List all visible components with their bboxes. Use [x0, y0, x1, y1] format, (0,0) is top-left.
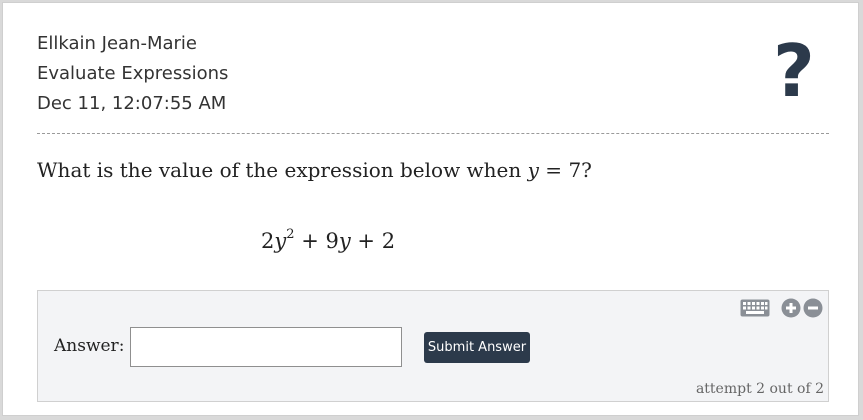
expr-coef1: 2 [261, 229, 275, 253]
keyboard-icon[interactable] [740, 299, 770, 317]
question-value: 7 [568, 158, 582, 182]
question-text: What is the value of the expression belo… [37, 158, 592, 182]
answer-panel: Answer: Submit Answer attempt 2 out of 2 [37, 290, 829, 402]
question-card: Ellkain Jean-Marie Evaluate Expressions … [2, 2, 859, 416]
answer-label: Answer: [54, 336, 125, 356]
expr-exponent: 2 [286, 227, 295, 242]
timestamp: Dec 11, 12:07:55 AM [37, 93, 227, 114]
answer-input[interactable] [130, 327, 402, 367]
attempt-counter: attempt 2 out of 2 [695, 381, 824, 397]
divider [37, 133, 829, 134]
question-prefix: What is the value of the expression belo… [37, 158, 528, 182]
zoom-out-icon[interactable] [803, 298, 823, 318]
zoom-in-icon[interactable] [781, 298, 801, 318]
question-header: Ellkain Jean-Marie Evaluate Expressions … [37, 29, 228, 119]
question-variable: y [527, 158, 539, 182]
assignment-title: Evaluate Expressions [37, 63, 229, 84]
math-expression: 2y2 + 9y + 2 [261, 227, 396, 253]
question-suffix: ? [581, 158, 592, 182]
help-icon[interactable]: ? [773, 35, 815, 107]
expr-op2: + [350, 229, 382, 253]
question-equals: = [538, 158, 569, 182]
expr-constant: 2 [381, 229, 396, 253]
expr-coef2: 9 [325, 229, 339, 253]
student-name: Ellkain Jean-Marie [37, 33, 197, 54]
submit-answer-button[interactable]: Submit Answer [424, 332, 530, 363]
expr-var2: y [338, 229, 351, 253]
expr-op1: + [294, 229, 326, 253]
expr-var1: y [274, 229, 287, 253]
